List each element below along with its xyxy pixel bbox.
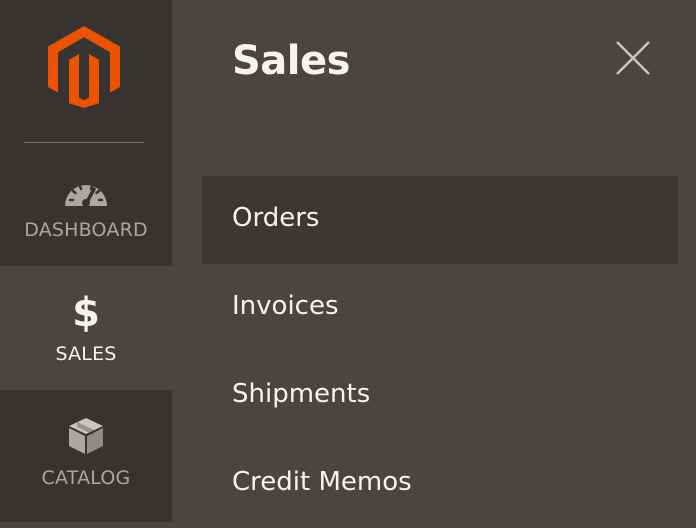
sidebar-item-label: DASHBOARD (24, 219, 148, 241)
magento-logo-icon (48, 26, 120, 108)
menu-item-label: Shipments (232, 379, 371, 409)
magento-logo[interactable] (48, 26, 120, 108)
admin-sidebar: DASHBOARD $ SALES CATALOG (0, 0, 172, 522)
close-button[interactable] (612, 37, 654, 79)
menu-item-label: Orders (232, 203, 320, 233)
sidebar-item-dashboard[interactable]: DASHBOARD (0, 142, 172, 266)
sidebar-item-catalog[interactable]: CATALOG (0, 390, 172, 514)
dollar-icon: $ (0, 293, 172, 333)
sidebar-item-label: CATALOG (41, 467, 131, 489)
sidebar-item-label: SALES (55, 343, 117, 365)
box-icon (0, 416, 172, 456)
sidebar-item-sales[interactable]: $ SALES (0, 266, 172, 390)
menu-item-label: Invoices (232, 291, 339, 321)
menu-item-label: Credit Memos (232, 467, 412, 497)
menu-item-invoices[interactable]: Invoices (202, 264, 678, 352)
gauge-icon (0, 176, 172, 210)
close-icon (616, 41, 650, 75)
dollar-glyph: $ (72, 290, 100, 336)
menu-item-orders[interactable]: Orders (202, 176, 678, 264)
menu-item-credit-memos[interactable]: Credit Memos (202, 440, 678, 528)
page-title: Sales (232, 38, 350, 84)
menu-item-shipments[interactable]: Shipments (202, 352, 678, 440)
